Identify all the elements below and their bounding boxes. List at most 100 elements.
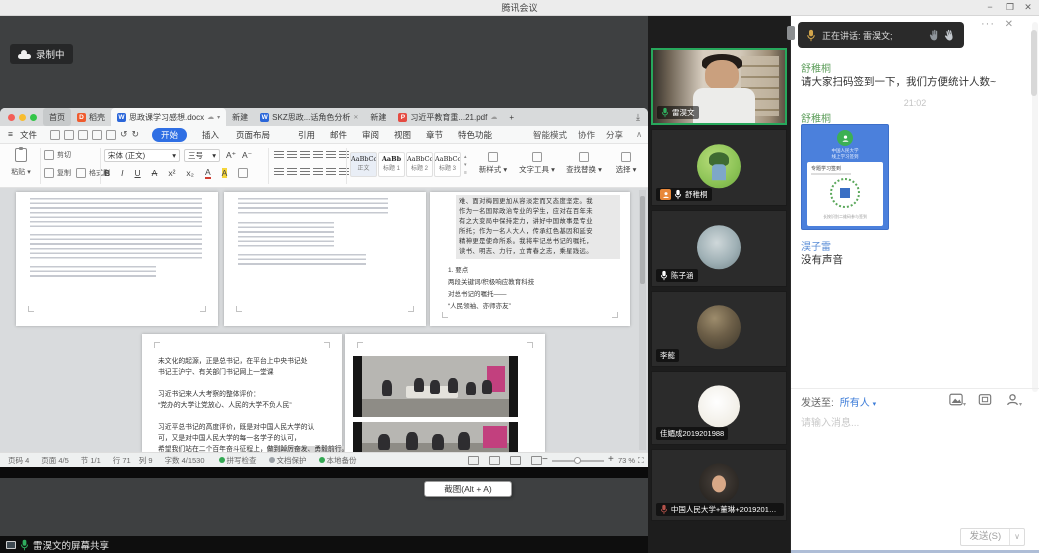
send-button[interactable]: 发送(S) ∨ — [960, 528, 1025, 546]
menu-tab-mailings[interactable]: 邮件 — [330, 129, 347, 141]
font-name-select[interactable]: 宋体 (正文)▾ — [104, 149, 180, 162]
maximize-icon[interactable]: ❐ — [1001, 0, 1019, 16]
bullet-list-icon[interactable] — [274, 151, 284, 159]
menu-tab-view[interactable]: 视图 — [394, 129, 411, 141]
zoom-slider-knob[interactable] — [574, 457, 581, 464]
tab-document-2[interactable]: WSKZ思政...话角色分析✕ — [254, 108, 364, 126]
numbered-list-icon[interactable] — [287, 151, 297, 159]
paste-button[interactable]: 粘贴 ▾ — [6, 148, 36, 177]
show-marks-icon[interactable] — [326, 151, 336, 159]
align-center-icon[interactable] — [287, 168, 297, 176]
chat-sender-name[interactable]: 淏子雷 — [801, 238, 831, 253]
sort-icon[interactable] — [339, 151, 349, 159]
zoom-in-icon[interactable]: + — [608, 454, 614, 465]
style-gallery-scroll[interactable]: ▴▾≡ — [464, 153, 467, 177]
panel-handle[interactable] — [787, 26, 795, 40]
italic-icon[interactable]: I — [121, 168, 123, 178]
chat-sender-name[interactable]: 舒稚桐 — [801, 60, 831, 75]
superscript-icon[interactable]: x² — [168, 168, 175, 178]
cut-button[interactable]: 剪切 — [44, 150, 71, 160]
grow-font-icon[interactable]: A⁺ — [226, 150, 236, 161]
minimize-icon[interactable]: − — [981, 0, 999, 16]
chat-sender-name[interactable]: 舒稚桐 — [801, 110, 831, 125]
smart-mode-button[interactable]: 智能模式 — [533, 129, 567, 141]
local-backup-status[interactable]: 本地备份 — [319, 455, 357, 466]
share-button[interactable]: 分享 — [606, 129, 623, 141]
document-area[interactable]: 难、面对梅园更加从容淡定而又态度坚定。我 作为一名国际政治专业的学生，应对在百年… — [0, 188, 648, 452]
align-right-icon[interactable] — [300, 168, 310, 176]
undo-icon[interactable]: ↺ — [120, 129, 128, 140]
chat-scrollbar[interactable] — [1032, 22, 1038, 392]
chevron-down-icon[interactable]: ▾ — [217, 114, 220, 121]
zoom-out-icon[interactable]: − — [542, 454, 548, 465]
shading-icon[interactable] — [339, 168, 349, 176]
highlight-color-icon[interactable]: A — [222, 168, 228, 178]
decrease-indent-icon[interactable] — [300, 151, 310, 159]
participant-tile-chenzihan[interactable]: 陈子涵 — [651, 210, 787, 287]
menu-tab-start[interactable]: 开始 — [152, 128, 187, 142]
style-heading1[interactable]: AaBb标题 1 — [378, 152, 405, 177]
shrink-font-icon[interactable]: A⁻ — [242, 150, 252, 161]
tab-new-1[interactable]: 新建 — [226, 108, 254, 126]
menu-tab-review[interactable]: 审阅 — [362, 129, 379, 141]
character-shading-icon[interactable] — [238, 168, 248, 178]
new-style-button[interactable]: 新样式 ▾ — [474, 152, 512, 175]
doc-scrollbar[interactable] — [639, 190, 646, 450]
participant-tile-leihaowen[interactable]: 雷淏文 — [651, 48, 787, 125]
new-tab-button[interactable]: + — [503, 108, 520, 126]
select-button[interactable]: 选择 ▾ — [610, 152, 642, 175]
tab-document-active[interactable]: W思政课学习感想.docx☁▾ — [111, 108, 226, 126]
view-mode-icon-4[interactable] — [531, 456, 542, 465]
close-tab-icon[interactable]: ✕ — [353, 114, 358, 121]
bold-icon[interactable]: B — [104, 168, 110, 178]
close-chat-icon[interactable]: ✕ — [1005, 19, 1013, 30]
mac-minimize-icon[interactable] — [19, 114, 26, 121]
send-to-selector[interactable]: 所有人 ▾ — [840, 394, 876, 409]
send-options-icon[interactable]: ∨ — [1009, 529, 1024, 545]
collapse-ribbon-icon[interactable]: ∧ — [636, 129, 642, 140]
mention-user-icon[interactable]: ▾ — [1006, 393, 1022, 411]
zoom-level[interactable]: 73 % — [618, 456, 635, 465]
view-mode-icon-3[interactable] — [510, 456, 521, 465]
menu-file[interactable]: 文件 — [20, 129, 37, 141]
menu-tab-special[interactable]: 特色功能 — [458, 129, 492, 141]
collaborate-button[interactable]: 协作 — [578, 129, 595, 141]
view-mode-icon-2[interactable] — [489, 456, 500, 465]
menu-hamburger-icon[interactable]: ≡ — [8, 129, 13, 139]
tab-new-2[interactable]: 新建 — [364, 108, 392, 126]
style-heading3[interactable]: AaBbCc标题 3 — [434, 152, 461, 177]
redo-icon[interactable]: ↻ — [132, 129, 140, 140]
chat-image-qr-card[interactable]: 中国人民大学 线上学习签到 专题学习签到 长按识别二维码参与签到 — [801, 124, 889, 230]
image-attach-icon[interactable]: ▾ — [949, 393, 966, 411]
find-replace-button[interactable]: 查找替换 ▾ — [562, 152, 606, 175]
tab-pdf[interactable]: P习近平教育重...21.pdf☁ — [392, 108, 503, 126]
style-normal[interactable]: AaBbCcDd正文 — [350, 152, 377, 177]
participant-tile-jiameicheng[interactable]: 佳媚成2019201988 — [651, 371, 787, 445]
text-tools-button[interactable]: 文字工具 ▾ — [516, 152, 558, 175]
doc-protection-status[interactable]: 文档保护 — [269, 455, 307, 466]
view-mode-icon-1[interactable] — [468, 456, 479, 465]
tab-docer[interactable]: D稻壳 — [71, 108, 111, 126]
print-icon[interactable] — [92, 130, 102, 140]
style-heading2[interactable]: AaBbCc标题 2 — [406, 152, 433, 177]
fullscreen-icon[interactable]: ⛶ — [638, 456, 644, 466]
close-icon[interactable]: ✕ — [1019, 0, 1037, 16]
download-icon[interactable]: ⤓ — [636, 112, 640, 123]
align-left-icon[interactable] — [274, 168, 284, 176]
save-icon[interactable] — [78, 130, 88, 140]
chat-input[interactable] — [799, 412, 1024, 522]
subscript-icon[interactable]: x₂ — [186, 168, 194, 178]
menu-tab-page-layout[interactable]: 页面布局 — [236, 129, 270, 141]
justify-icon[interactable] — [313, 168, 323, 176]
mac-close-icon[interactable] — [8, 114, 15, 121]
copy-button[interactable]: 复制 — [44, 168, 71, 178]
screenshot-icon[interactable] — [978, 393, 992, 411]
participant-tile-ruc-donglin[interactable]: 中国人民大学+董琳+2019201954 — [651, 449, 787, 521]
menu-tab-references[interactable]: 引用 — [298, 129, 315, 141]
tab-home[interactable]: 首页 — [43, 108, 71, 126]
participant-tile-shuzhitong[interactable]: 舒稚桐 — [651, 129, 787, 206]
spell-check-status[interactable]: 拼写检查 — [219, 455, 257, 466]
strikethrough-icon[interactable]: A — [152, 168, 158, 178]
chat-scrollbar-thumb[interactable] — [1031, 30, 1037, 96]
line-spacing-icon[interactable] — [326, 168, 336, 176]
